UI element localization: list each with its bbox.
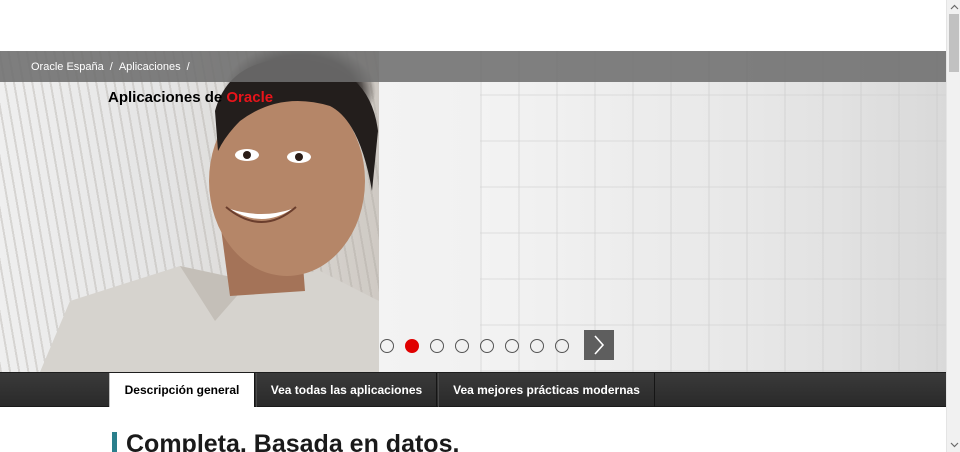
breadcrumb: Oracle España / Aplicaciones /: [31, 61, 196, 73]
carousel-dot-4[interactable]: [455, 339, 469, 353]
tab-vea-mejores-practicas-modernas[interactable]: Vea mejores prácticas modernas: [438, 373, 655, 407]
carousel-dot-6[interactable]: [505, 339, 519, 353]
carousel-dot-7[interactable]: [530, 339, 544, 353]
carousel-dot-8[interactable]: [555, 339, 569, 353]
carousel-next-button[interactable]: [584, 330, 614, 360]
breadcrumb-link-oracle-espana[interactable]: Oracle España: [31, 61, 104, 73]
page: Oracle España / Aplicaciones / Aplicaciones…: [0, 0, 946, 452]
chevron-right-icon: [594, 335, 605, 355]
scroll-up-icon: [950, 4, 958, 10]
section-heading: Completa. Basada en datos.: [126, 430, 460, 452]
hero-title: Aplicaciones de Oracle: [108, 89, 273, 106]
hero-background-image: [480, 51, 946, 372]
carousel-dot-5[interactable]: [480, 339, 494, 353]
scroll-down-icon: [950, 442, 958, 448]
breadcrumb-separator: /: [186, 61, 190, 73]
scrollbar-thumb[interactable]: [949, 14, 959, 72]
breadcrumb-separator: /: [109, 61, 113, 73]
carousel-dot-2-active[interactable]: [405, 339, 419, 353]
carousel-dot-1[interactable]: [380, 339, 394, 353]
scroll-up-button[interactable]: [947, 0, 960, 14]
scroll-down-button[interactable]: [947, 438, 960, 452]
tab-descripcion-general[interactable]: Descripción general: [109, 373, 255, 407]
hero-title-main: Aplicaciones de: [108, 89, 227, 106]
hero-title-accent: Oracle: [226, 89, 274, 106]
heading-accent-marker: [112, 432, 117, 452]
vertical-scrollbar[interactable]: [946, 0, 960, 452]
carousel-dot-3[interactable]: [430, 339, 444, 353]
tab-vea-todas-las-aplicaciones[interactable]: Vea todas las aplicaciones: [256, 373, 437, 407]
tab-bar: Descripción general Vea todas las aplica…: [0, 372, 946, 407]
carousel-pagination: [380, 339, 569, 353]
breadcrumb-link-aplicaciones[interactable]: Aplicaciones: [119, 61, 181, 73]
